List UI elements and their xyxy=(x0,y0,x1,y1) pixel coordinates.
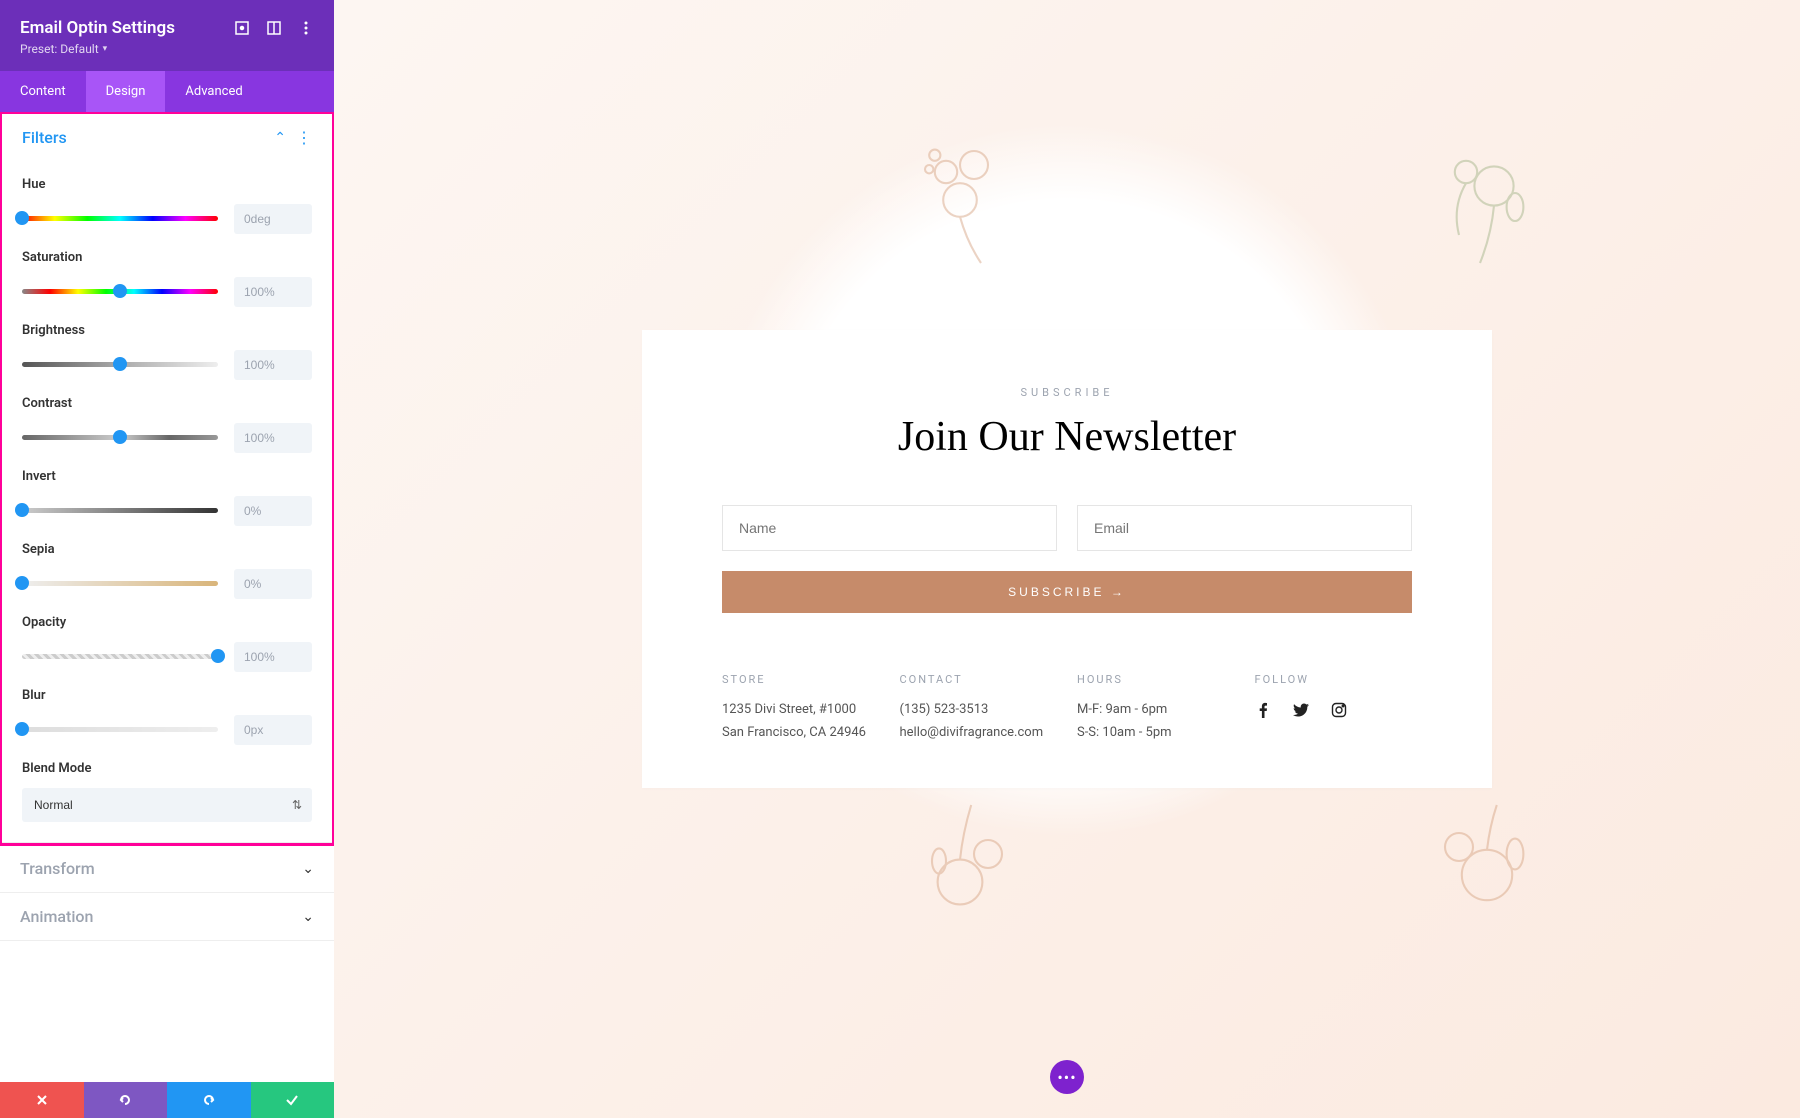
email-field[interactable] xyxy=(1077,505,1412,551)
section-menu-icon[interactable]: ⋮ xyxy=(296,128,312,147)
contrast-value[interactable] xyxy=(234,423,312,453)
redo-button[interactable] xyxy=(167,1082,251,1118)
flower-decoration-icon xyxy=(1410,130,1550,270)
store-heading: STORE xyxy=(722,673,880,686)
blur-label: Blur xyxy=(22,688,312,703)
tab-advanced[interactable]: Advanced xyxy=(165,71,262,112)
invert-label: Invert xyxy=(22,469,312,484)
undo-button[interactable] xyxy=(84,1082,168,1118)
sepia-label: Sepia xyxy=(22,542,312,557)
flower-decoration-icon xyxy=(904,798,1044,938)
settings-panel: Email Optin Settings Preset: Default Con… xyxy=(0,0,334,1118)
hours-heading: HOURS xyxy=(1077,673,1235,686)
chevron-down-icon: ⌄ xyxy=(302,909,314,925)
preset-dropdown[interactable]: Preset: Default xyxy=(20,42,107,56)
panel-title: Email Optin Settings xyxy=(20,18,175,38)
tab-content[interactable]: Content xyxy=(0,71,86,112)
animation-section-header[interactable]: Animation ⌄ xyxy=(0,893,334,940)
flower-decoration-icon xyxy=(904,130,1044,270)
panel-body: Filters ⌃ ⋮ Hue xyxy=(0,112,334,1082)
saturation-value[interactable] xyxy=(234,277,312,307)
chevron-up-icon: ⌃ xyxy=(274,130,286,146)
blend-label: Blend Mode xyxy=(22,761,312,776)
focus-icon[interactable] xyxy=(234,20,250,36)
store-line: San Francisco, CA 24946 xyxy=(722,725,880,740)
hue-slider[interactable] xyxy=(22,215,218,223)
transform-title: Transform xyxy=(20,859,95,878)
follow-heading: FOLLOW xyxy=(1255,673,1413,686)
hours-line: M-F: 9am - 6pm xyxy=(1077,702,1235,717)
contact-line: (135) 523-3513 xyxy=(900,702,1058,717)
preview-canvas: SUBSCRIBE Join Our Newsletter SUBSCRIBE … xyxy=(334,0,1800,1118)
chevron-down-icon: ⌄ xyxy=(302,861,314,877)
brightness-value[interactable] xyxy=(234,350,312,380)
invert-slider[interactable] xyxy=(22,507,218,515)
twitter-icon[interactable] xyxy=(1293,702,1309,718)
eyebrow: SUBSCRIBE xyxy=(722,386,1412,399)
blur-value[interactable] xyxy=(234,715,312,745)
instagram-icon[interactable] xyxy=(1331,702,1347,718)
filters-title: Filters xyxy=(22,128,67,147)
sepia-slider[interactable] xyxy=(22,580,218,588)
panel-header: Email Optin Settings Preset: Default xyxy=(0,0,334,71)
contact-heading: CONTACT xyxy=(900,673,1058,686)
name-field[interactable] xyxy=(722,505,1057,551)
flower-decoration-icon xyxy=(1410,798,1550,938)
builder-fab-button[interactable]: ••• xyxy=(1050,1060,1084,1094)
cancel-button[interactable] xyxy=(0,1082,84,1118)
saturation-label: Saturation xyxy=(22,250,312,265)
dots-icon: ••• xyxy=(1057,1068,1076,1087)
transform-section-header[interactable]: Transform ⌄ xyxy=(0,845,334,892)
brightness-slider[interactable] xyxy=(22,361,218,369)
newsletter-card: SUBSCRIBE Join Our Newsletter SUBSCRIBE … xyxy=(642,330,1492,788)
opacity-value[interactable] xyxy=(234,642,312,672)
hue-value[interactable] xyxy=(234,204,312,234)
panel-footer xyxy=(0,1082,334,1118)
subscribe-button[interactable]: SUBSCRIBE → xyxy=(722,571,1412,613)
facebook-icon[interactable] xyxy=(1255,702,1271,718)
panel-tabs: Content Design Advanced xyxy=(0,71,334,112)
save-button[interactable] xyxy=(251,1082,335,1118)
contact-line: hello@divifragrance.com xyxy=(900,725,1058,740)
saturation-slider[interactable] xyxy=(22,288,218,296)
card-title: Join Our Newsletter xyxy=(722,413,1412,461)
sepia-value[interactable] xyxy=(234,569,312,599)
hue-label: Hue xyxy=(22,177,312,192)
expand-icon[interactable] xyxy=(266,20,282,36)
blend-select[interactable] xyxy=(22,788,312,822)
opacity-slider[interactable] xyxy=(22,653,218,661)
filters-section-header[interactable]: Filters ⌃ ⋮ xyxy=(2,114,332,161)
more-icon[interactable] xyxy=(298,20,314,36)
contrast-slider[interactable] xyxy=(22,434,218,442)
store-line: 1235 Divi Street, #1000 xyxy=(722,702,880,717)
animation-title: Animation xyxy=(20,907,93,926)
tab-design[interactable]: Design xyxy=(86,71,166,112)
opacity-label: Opacity xyxy=(22,615,312,630)
invert-value[interactable] xyxy=(234,496,312,526)
hours-line: S-S: 10am - 5pm xyxy=(1077,725,1235,740)
brightness-label: Brightness xyxy=(22,323,312,338)
contrast-label: Contrast xyxy=(22,396,312,411)
blur-slider[interactable] xyxy=(22,726,218,734)
